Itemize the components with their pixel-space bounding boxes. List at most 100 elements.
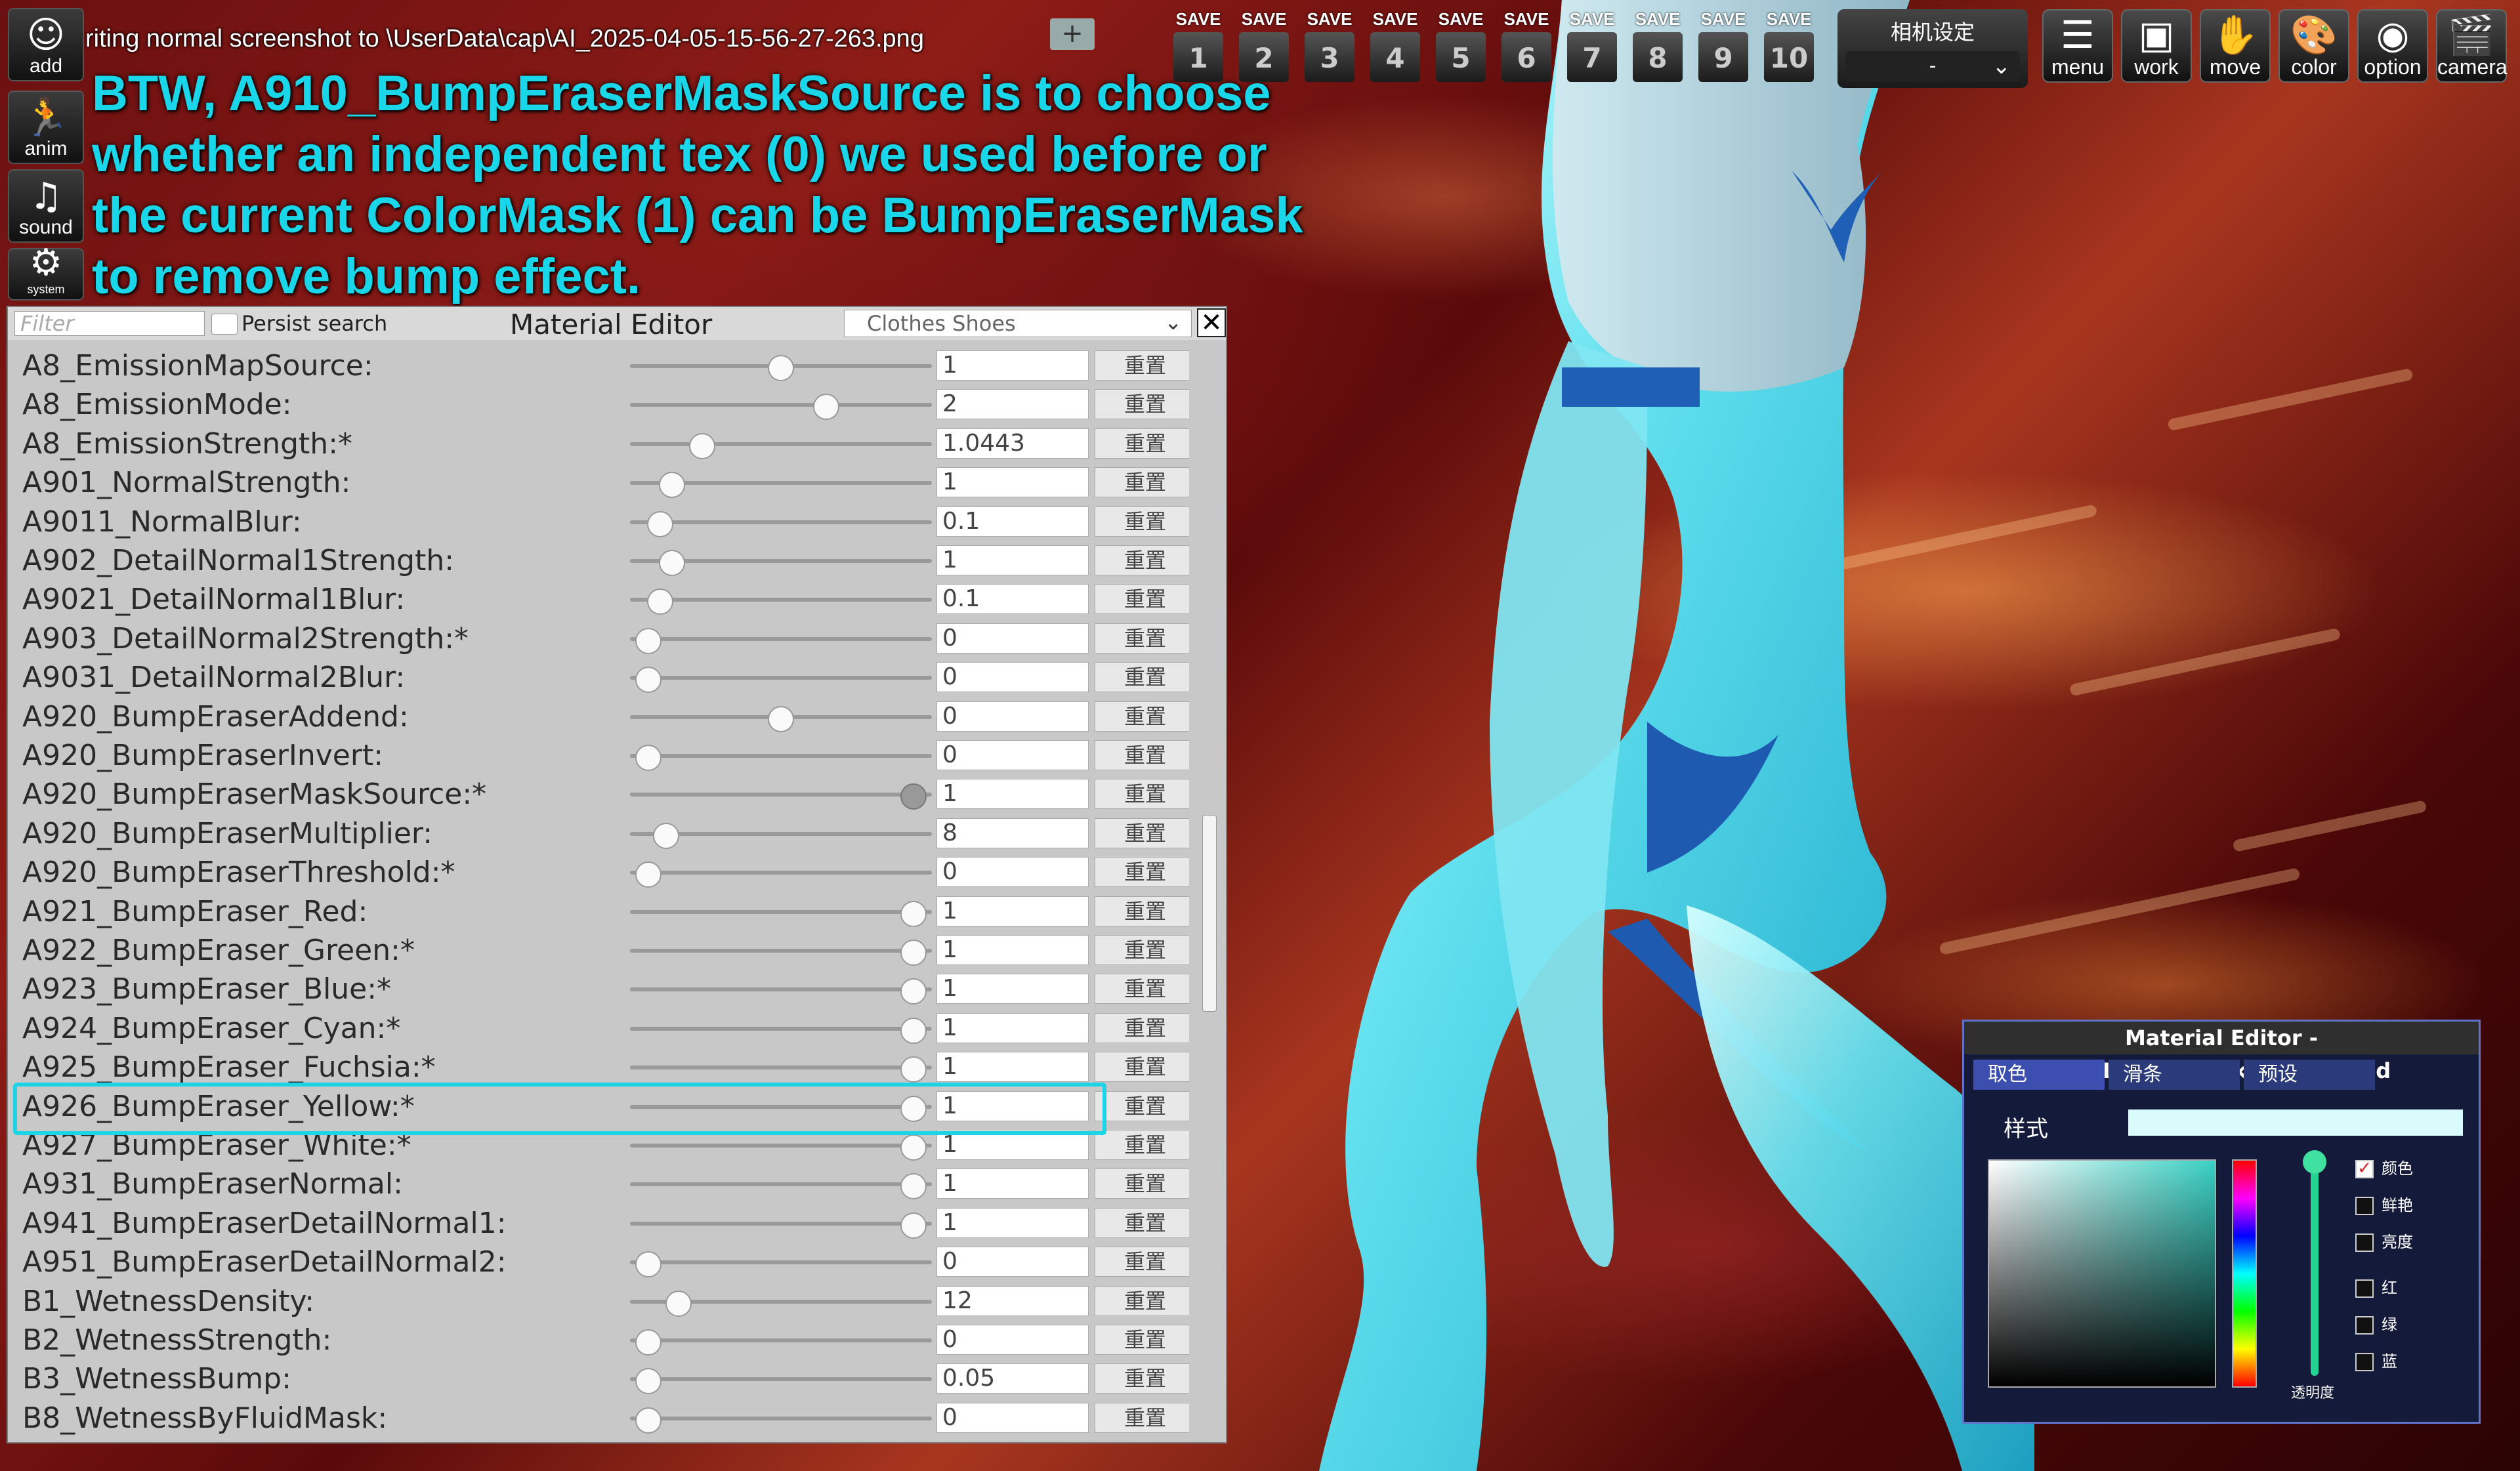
slider-knob[interactable] xyxy=(635,745,662,771)
property-value-input[interactable]: 0.05 xyxy=(936,1363,1089,1394)
checkbox[interactable] xyxy=(2355,1353,2374,1371)
reset-button[interactable]: 重置 xyxy=(1095,857,1189,888)
tab-presets[interactable]: 预设 xyxy=(2244,1060,2375,1090)
reset-button[interactable]: 重置 xyxy=(1095,428,1189,459)
slider-knob[interactable] xyxy=(653,822,680,849)
property-value-input[interactable]: 1 xyxy=(936,350,1089,381)
property-value-input[interactable]: 1 xyxy=(936,1052,1089,1083)
save-slot-3-button[interactable]: SAVE 3 xyxy=(1299,9,1360,88)
slider-knob[interactable] xyxy=(635,1329,662,1356)
slider-knob[interactable] xyxy=(900,978,927,1005)
persist-search-checkbox[interactable] xyxy=(211,314,238,335)
hue-slider[interactable] xyxy=(2232,1159,2257,1388)
property-value-input[interactable]: 1 xyxy=(936,935,1089,965)
reset-button[interactable]: 重置 xyxy=(1095,779,1189,810)
property-value-input[interactable]: 1 xyxy=(936,545,1089,575)
property-slider[interactable] xyxy=(630,754,932,758)
checkbox[interactable]: ✓ xyxy=(2355,1160,2374,1178)
checkbox[interactable] xyxy=(2355,1316,2374,1335)
color-mode-option[interactable]: 绿 xyxy=(2355,1312,2397,1335)
save-slot-10-button[interactable]: SAVE 10 xyxy=(1759,9,1819,88)
alpha-slider-knob[interactable] xyxy=(2303,1150,2326,1174)
checkbox[interactable] xyxy=(2355,1197,2374,1215)
property-value-input[interactable]: 0 xyxy=(936,701,1089,732)
property-value-input[interactable]: 1 xyxy=(936,1207,1089,1238)
color-mode-option[interactable]: 亮度 xyxy=(2355,1229,2413,1252)
reset-button[interactable]: 重置 xyxy=(1095,506,1189,537)
move-button[interactable]: ✋ move xyxy=(2200,9,2271,83)
save-slot-8-button[interactable]: SAVE 8 xyxy=(1628,9,1688,88)
save-slot-5-button[interactable]: SAVE 5 xyxy=(1431,9,1491,88)
reset-button[interactable]: 重置 xyxy=(1095,1363,1189,1394)
color-button[interactable]: 🎨 color xyxy=(2278,9,2349,83)
save-slot-9-button[interactable]: SAVE 9 xyxy=(1693,9,1754,88)
reset-button[interactable]: 重置 xyxy=(1095,1130,1189,1160)
zoom-plus-button[interactable]: + xyxy=(1050,18,1095,50)
property-slider[interactable] xyxy=(630,1144,932,1148)
save-slot-2-button[interactable]: SAVE 2 xyxy=(1234,9,1294,88)
reset-button[interactable]: 重置 xyxy=(1095,701,1189,732)
property-slider[interactable] xyxy=(630,598,932,602)
property-value-input[interactable]: 1 xyxy=(936,1012,1089,1043)
reset-button[interactable]: 重置 xyxy=(1095,662,1189,693)
camera-button[interactable]: 🎬 camera xyxy=(2436,9,2508,83)
reset-button[interactable]: 重置 xyxy=(1095,545,1189,575)
property-value-input[interactable]: 1 xyxy=(936,467,1089,498)
reset-button[interactable]: 重置 xyxy=(1095,1090,1189,1121)
color-mode-option[interactable]: 红 xyxy=(2355,1275,2397,1298)
reset-button[interactable]: 重置 xyxy=(1095,623,1189,653)
slider-knob[interactable] xyxy=(635,667,662,694)
color-mode-option[interactable]: 蓝 xyxy=(2355,1348,2397,1371)
reset-button[interactable]: 重置 xyxy=(1095,389,1189,420)
property-value-input[interactable]: 0 xyxy=(936,1247,1089,1277)
property-value-input[interactable]: 1 xyxy=(936,896,1089,926)
property-value-input[interactable]: 1 xyxy=(936,974,1089,1005)
property-value-input[interactable]: 0 xyxy=(936,857,1089,888)
property-slider[interactable] xyxy=(630,1377,932,1382)
save-slot-4-button[interactable]: SAVE 4 xyxy=(1365,9,1425,88)
property-value-input[interactable]: 0 xyxy=(936,662,1089,693)
slider-knob[interactable] xyxy=(647,510,673,537)
slider-knob[interactable] xyxy=(647,589,673,615)
property-slider[interactable] xyxy=(630,871,932,875)
save-slot-6-button[interactable]: SAVE 6 xyxy=(1496,9,1557,88)
reset-button[interactable]: 重置 xyxy=(1095,467,1189,498)
menu-button[interactable]: ☰ menu xyxy=(2042,9,2113,83)
slider-knob[interactable] xyxy=(659,472,686,499)
camera-settings-dropdown[interactable]: 相机设定 - ⌄ xyxy=(1838,9,2028,88)
color-mode-option[interactable]: ✓ 颜色 xyxy=(2355,1155,2413,1178)
slider-knob[interactable] xyxy=(665,1290,692,1317)
property-value-input[interactable]: 1.0443 xyxy=(936,428,1089,459)
saturation-value-picker[interactable] xyxy=(1988,1159,2216,1388)
property-value-input[interactable]: 1 xyxy=(936,1169,1089,1199)
property-slider[interactable] xyxy=(630,987,932,992)
tab-pick-color[interactable]: 取色 xyxy=(1973,1060,2105,1090)
slider-knob[interactable] xyxy=(635,1251,662,1278)
camera-settings-select[interactable]: - ⌄ xyxy=(1845,51,2020,81)
reset-button[interactable]: 重置 xyxy=(1095,1285,1189,1316)
property-slider[interactable] xyxy=(630,1260,932,1265)
property-value-input[interactable]: 0 xyxy=(936,1325,1089,1355)
work-button[interactable]: ▣ work xyxy=(2121,9,2192,83)
property-slider[interactable] xyxy=(630,949,932,953)
slider-knob[interactable] xyxy=(900,1173,927,1200)
reset-button[interactable]: 重置 xyxy=(1095,818,1189,848)
property-value-input[interactable]: 0 xyxy=(936,740,1089,770)
alpha-slider[interactable] xyxy=(2311,1159,2319,1376)
slider-knob[interactable] xyxy=(635,1407,662,1434)
property-value-input[interactable]: 0.1 xyxy=(936,506,1089,537)
property-slider[interactable] xyxy=(630,676,932,680)
reset-button[interactable]: 重置 xyxy=(1095,1207,1189,1238)
slider-knob[interactable] xyxy=(900,1134,927,1161)
property-value-input[interactable]: 0 xyxy=(936,623,1089,653)
scrollbar[interactable] xyxy=(1198,346,1221,1442)
property-value-input[interactable]: 0.1 xyxy=(936,584,1089,615)
property-slider[interactable] xyxy=(630,403,932,407)
slider-knob[interactable] xyxy=(900,1017,927,1044)
anim-button[interactable]: 🏃 anim xyxy=(8,91,84,164)
filter-input[interactable]: Filter xyxy=(14,311,205,336)
add-button[interactable]: ☺ add xyxy=(8,8,84,81)
reset-button[interactable]: 重置 xyxy=(1095,1169,1189,1199)
slider-knob[interactable] xyxy=(900,1212,927,1239)
reset-button[interactable]: 重置 xyxy=(1095,740,1189,770)
